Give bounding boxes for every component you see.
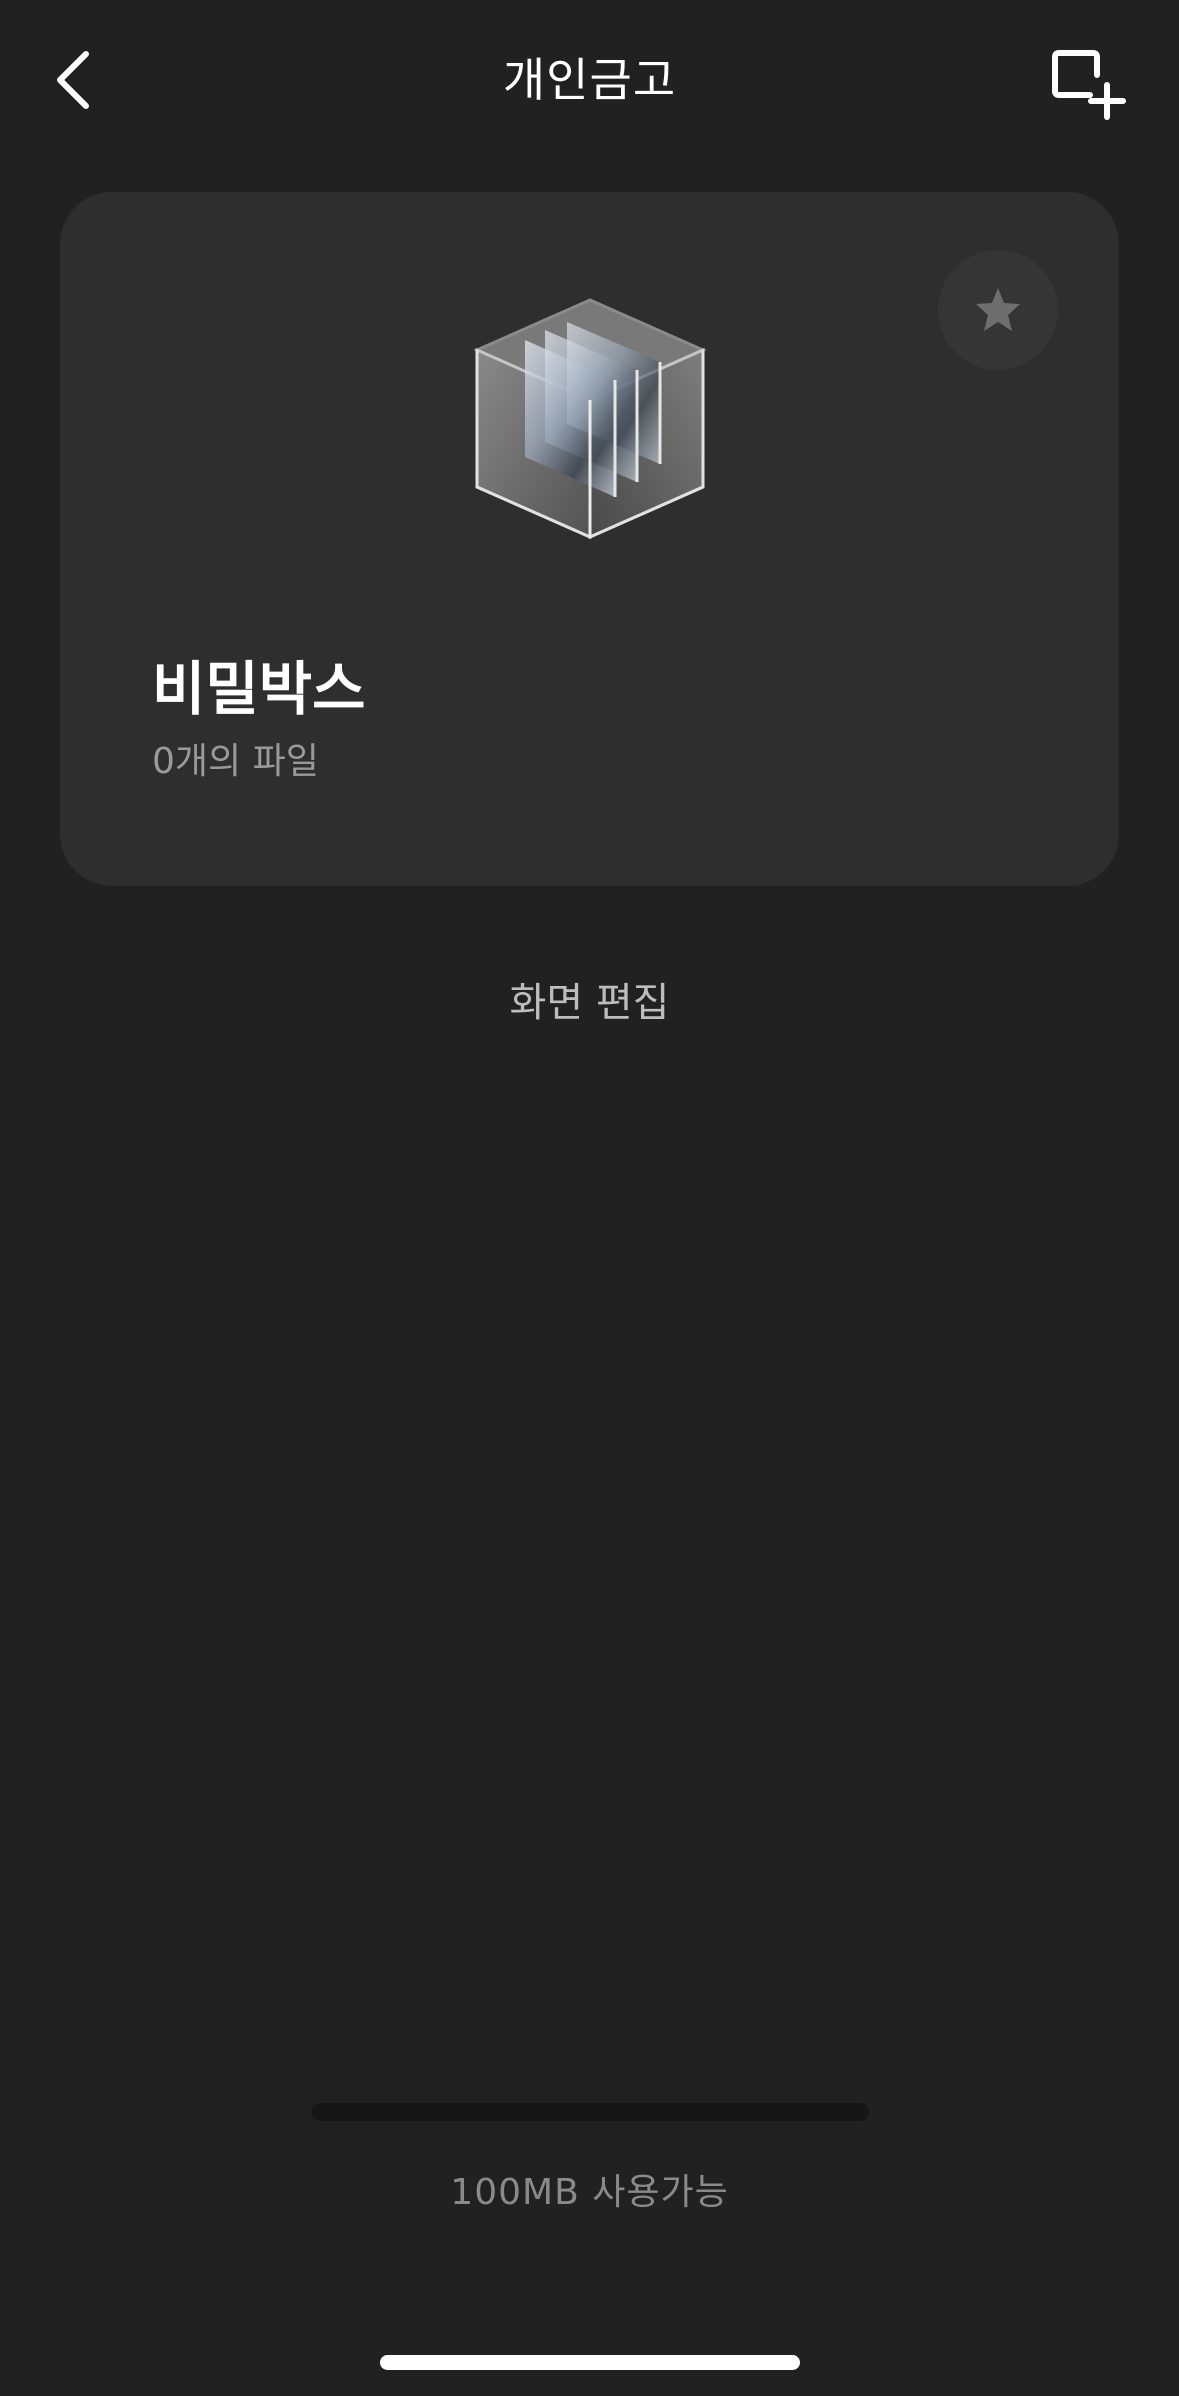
add-box-button[interactable]	[1050, 45, 1130, 125]
add-box-icon	[1052, 50, 1126, 120]
vault-name: 비밀박스	[152, 655, 366, 723]
vault-file-count: 0개의 파일	[152, 741, 319, 782]
storage-available-text: 100MB 사용가능	[450, 2172, 729, 2213]
storage-bar	[311, 2103, 869, 2121]
vault-card[interactable]: 비밀박스 0개의 파일	[60, 192, 1119, 886]
glass-box-icon	[473, 298, 707, 540]
navigation-bar: 개인금고	[0, 0, 1179, 150]
star-icon	[976, 288, 1020, 331]
favorite-button[interactable]	[938, 250, 1058, 370]
edit-screen-button[interactable]: 화면 편집	[0, 970, 1179, 1028]
page-title: 개인금고	[502, 53, 677, 107]
home-indicator	[380, 2355, 800, 2370]
